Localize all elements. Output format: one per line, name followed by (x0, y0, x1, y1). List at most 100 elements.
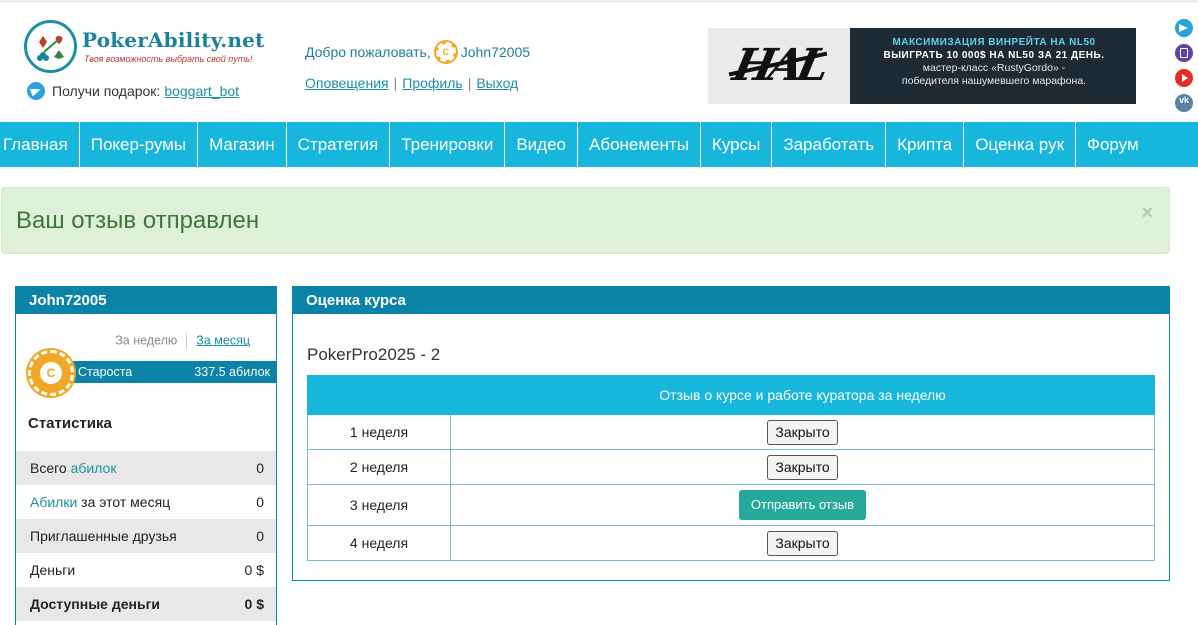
banner-text: МАКСИМИЗАЦИЯ ВИНРЕЙТА НА NL50 ВЫИГРАТЬ 1… (858, 36, 1130, 88)
logout-link[interactable]: Выход (476, 75, 518, 91)
table-header-row: Отзыв о курсе и работе куратора за недел… (307, 375, 1155, 415)
stat-label: за этот месяц (77, 494, 171, 510)
telegram-icon (27, 82, 45, 100)
banner-logo-art: HAL (708, 28, 850, 104)
stat-value: 0 $ (244, 562, 264, 578)
table-row: 1 неделя Закрыто (307, 414, 1155, 450)
nav-strategy[interactable]: Стратегия (287, 122, 391, 167)
logo-text: PokerAbility.net (82, 28, 265, 52)
banner-line-4: победителя нашумевшего марафона. (901, 75, 1087, 87)
course-review-panel: Оценка курса PokerPro2025 - 2 Отзыв о ку… (292, 286, 1170, 581)
nav-courses[interactable]: Курсы (701, 122, 773, 167)
stat-label: Доступные деньги (30, 596, 161, 612)
gift-promo: Получи подарок: boggart_bot (27, 81, 239, 101)
success-alert: Ваш отзыв отправлен × (1, 187, 1170, 254)
coin-icon: C (28, 350, 74, 396)
stat-row-money: Деньги 0 $ (16, 553, 276, 587)
gift-label: Получи подарок: (52, 83, 161, 99)
stat-label-highlight[interactable]: Абилки (30, 494, 77, 510)
stat-value: 0 (256, 494, 264, 510)
social-links (1175, 19, 1195, 119)
site-logo[interactable]: PokerAbility.net Твоя возможность выбрат… (24, 20, 264, 76)
promo-banner[interactable]: HAL МАКСИМИЗАЦИЯ ВИНРЕЙТА НА NL50 ВЫИГРА… (708, 28, 1136, 104)
notifications-link[interactable]: Оповещения (305, 75, 389, 91)
link-separator: | (393, 75, 398, 91)
action-cell: Отправить отзыв (450, 484, 1155, 526)
period-week[interactable]: За неделю (115, 333, 177, 347)
rank-bar: Староста 337.5 абилок (64, 361, 276, 383)
stat-label: Всего (30, 460, 71, 476)
user-sidebar: John72005 За неделю За месяц Староста 337… (15, 286, 277, 625)
panel-title: Оценка курса (293, 287, 1169, 314)
user-links: Оповещения | Профиль | Выход (305, 75, 518, 91)
banner-line-1: МАКСИМИЗАЦИЯ ВИНРЕЙТА НА NL50 (892, 37, 1096, 48)
rank-value: 337.5 абилок (194, 365, 270, 379)
table-header-review: Отзыв о курсе и работе куратора за недел… (450, 375, 1155, 415)
gift-bot-link[interactable]: boggart_bot (164, 83, 239, 99)
table-row: 3 неделя Отправить отзыв (307, 484, 1155, 526)
action-cell: Закрыто (450, 449, 1155, 485)
period-switch: За неделю За месяц (16, 333, 250, 349)
profile-link[interactable]: Профиль (402, 75, 462, 91)
card-suits-icon (37, 36, 64, 61)
stat-value: 0 (256, 528, 264, 544)
table-row: 2 неделя Закрыто (307, 449, 1155, 485)
send-review-button[interactable]: Отправить отзыв (738, 490, 867, 520)
stats-list: Всего абилок 0 Абилки за этот месяц 0 Пр… (16, 451, 276, 621)
welcome-text: Добро пожаловать, (305, 44, 431, 60)
nav-trainings[interactable]: Тренировки (390, 122, 506, 167)
twitch-icon[interactable] (1175, 44, 1193, 62)
link-separator: | (467, 75, 472, 91)
stats-title: Статистика (28, 415, 112, 432)
course-title: PokerPro2025 - 2 (307, 345, 441, 364)
week-label: 1 неделя (307, 414, 451, 450)
logo-emblem (24, 20, 77, 73)
week-label: 3 неделя (307, 484, 451, 526)
period-month[interactable]: За месяц (196, 333, 250, 347)
close-icon[interactable]: × (1141, 202, 1153, 225)
table-row: 4 неделя Закрыто (307, 525, 1155, 561)
week-label: 2 неделя (307, 449, 451, 485)
stat-row-month: Абилки за этот месяц 0 (16, 485, 276, 519)
site-header: PokerAbility.net Твоя возможность выбрат… (0, 0, 1198, 122)
closed-button: Закрыто (767, 530, 838, 556)
vk-icon[interactable] (1175, 94, 1193, 112)
main-nav: Главная Покер-румы Магазин Стратегия Тре… (0, 122, 1198, 167)
alert-message: Ваш отзыв отправлен (16, 207, 260, 234)
user-rank: Староста 337.5 абилок C (28, 350, 276, 396)
stat-label: Деньги (30, 562, 76, 578)
stat-value: 0 $ (244, 596, 264, 612)
week-label: 4 неделя (307, 525, 451, 561)
nav-crypto[interactable]: Крипта (886, 122, 965, 167)
logo-tagline: Твоя возможность выбрать свой путь! (84, 54, 253, 64)
nav-shop[interactable]: Магазин (198, 122, 287, 167)
stat-label: Приглашенные друзья (30, 528, 177, 544)
nav-video[interactable]: Видео (505, 122, 578, 167)
stat-label-highlight[interactable]: абилок (71, 460, 117, 476)
telegram-icon[interactable] (1175, 19, 1193, 37)
review-table: Отзыв о курсе и работе куратора за недел… (307, 375, 1155, 561)
action-cell: Закрыто (450, 414, 1155, 450)
nav-home[interactable]: Главная (0, 122, 80, 167)
table-header-week (307, 375, 451, 415)
coin-icon (435, 42, 456, 62)
coin-letter: C (40, 362, 62, 384)
stat-row-total: Всего абилок 0 (16, 451, 276, 485)
welcome-line: Добро пожаловать, John72005 (305, 41, 530, 63)
nav-poker-rooms[interactable]: Покер-румы (80, 122, 199, 167)
youtube-icon[interactable] (1175, 69, 1193, 87)
stat-row-friends: Приглашенные друзья 0 (16, 519, 276, 553)
closed-button: Закрыто (767, 419, 838, 445)
nav-earn[interactable]: Заработать (772, 122, 887, 167)
divider (186, 333, 188, 349)
rank-name: Староста (78, 365, 133, 379)
sidebar-username: John72005 (16, 287, 276, 314)
action-cell: Закрыто (450, 525, 1155, 561)
nav-forum[interactable]: Форум (1076, 122, 1150, 167)
stat-value: 0 (256, 460, 264, 476)
nav-subscriptions[interactable]: Абонементы (578, 122, 701, 167)
stat-row-available-money: Доступные деньги 0 $ (16, 587, 276, 621)
banner-line-3: мастер-класс «RustyGordo» - (922, 62, 1066, 74)
nav-hand-review[interactable]: Оценка рук (964, 122, 1077, 167)
header-username[interactable]: John72005 (461, 44, 530, 60)
